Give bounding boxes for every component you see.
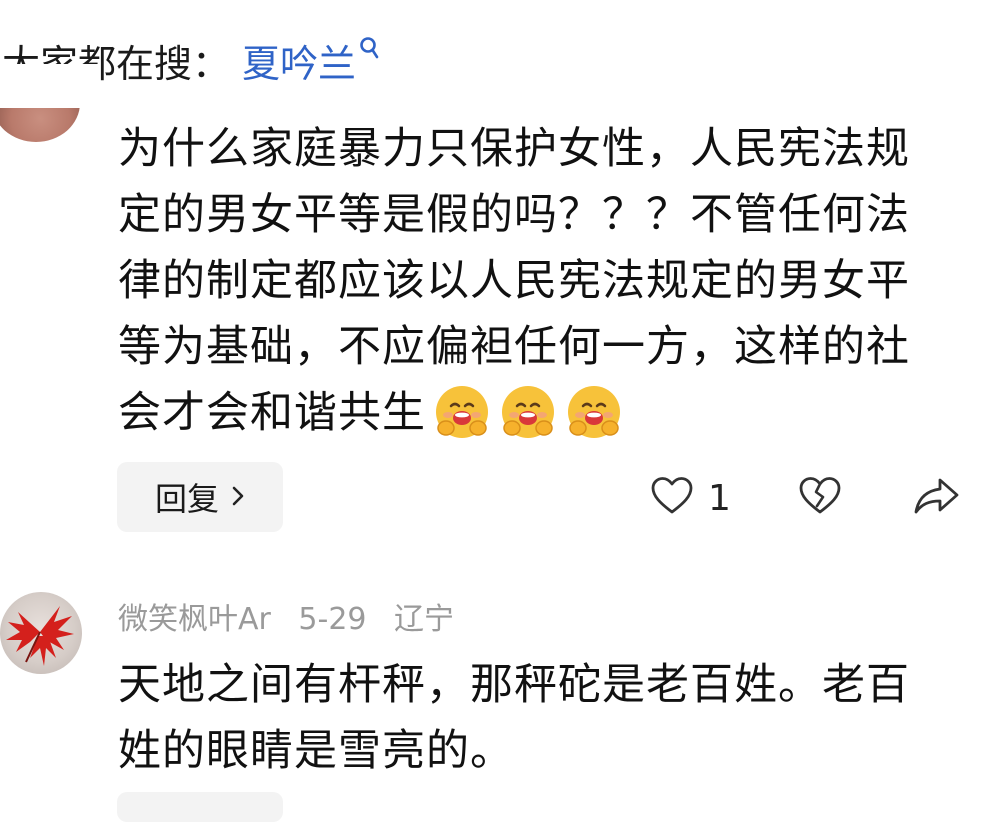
avatar[interactable] — [0, 592, 82, 674]
comment-meta: 微笑枫叶Ar 5-29 辽宁 — [118, 594, 472, 638]
red-maple-leaf-icon — [6, 606, 74, 666]
comment-body: 为什么家庭暴力只保护女性，人民宪法规定的男女平等是假的吗？？？不管任何法律的制定… — [118, 116, 948, 446]
share-arrow-icon[interactable] — [912, 476, 960, 520]
search-icon[interactable] — [358, 27, 380, 71]
comment-date: 5-29 — [298, 602, 367, 637]
share-button[interactable] — [912, 468, 960, 528]
comment-location: 辽宁 — [394, 602, 455, 637]
header-mask — [0, 64, 100, 108]
comment-body: 天地之间有杆秤，那秤砣是老百姓。老百姓的眼睛是雪亮的。 — [118, 652, 948, 784]
comment-author[interactable]: 微笑枫叶Ar — [118, 602, 271, 637]
reply-button-label: 回复 — [154, 480, 219, 518]
hugging-face-emoji — [436, 385, 488, 438]
trending-search-term[interactable]: 夏吟兰 — [242, 33, 356, 88]
heart-outline-icon[interactable] — [650, 476, 694, 520]
like-button[interactable]: 1 — [650, 468, 731, 528]
chevron-right-icon — [231, 480, 245, 515]
reply-button[interactable]: 回复 — [117, 462, 283, 532]
like-count: 1 — [708, 477, 731, 519]
broken-heart-icon[interactable] — [798, 476, 842, 520]
dislike-button[interactable] — [798, 468, 842, 528]
comment-text: 天地之间有杆秤，那秤砣是老百姓。老百姓的眼睛是雪亮的。 — [118, 660, 910, 776]
hugging-face-emoji — [502, 385, 554, 438]
hugging-face-emoji — [568, 385, 620, 438]
reply-button[interactable] — [117, 792, 283, 822]
